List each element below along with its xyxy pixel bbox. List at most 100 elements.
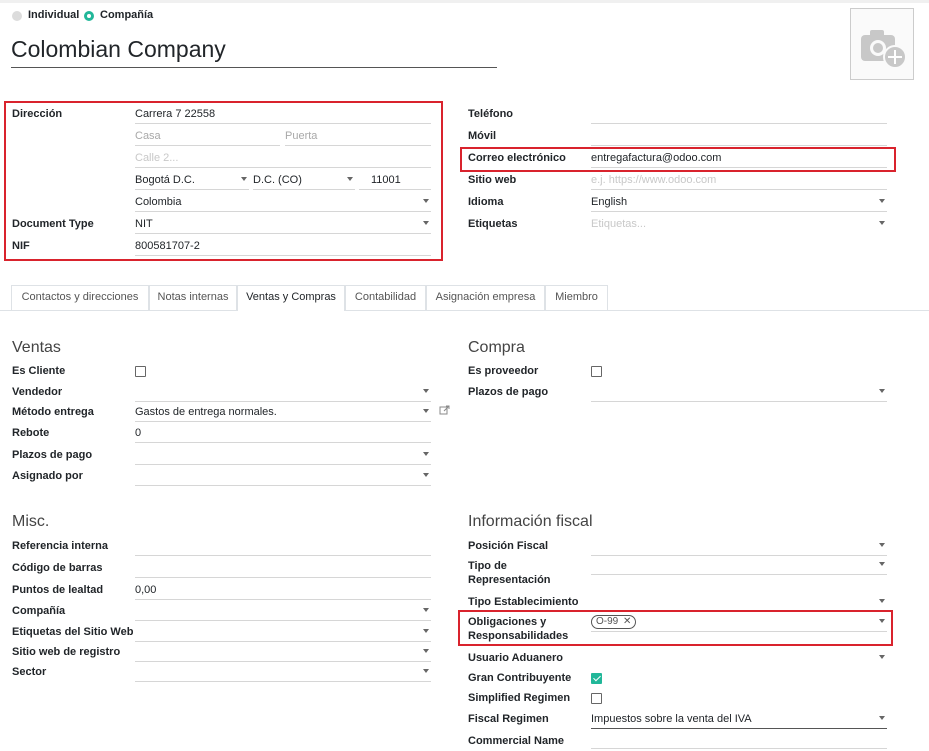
camera-add-icon: [861, 30, 907, 69]
tab-label: Contactos y direcciones: [21, 291, 139, 303]
website-placeholder: e.j. https://www.odoo.com: [591, 174, 717, 186]
photo-upload[interactable]: [850, 8, 914, 80]
tipo-rep-label-1: Tipo de: [468, 560, 507, 572]
tab-label: Notas internas: [157, 291, 229, 303]
ventas-plazos-select[interactable]: [135, 447, 431, 465]
gran-contrib-checkbox[interactable]: [591, 673, 602, 684]
web-reg-label: Sitio web de registro: [12, 646, 121, 658]
metodo-entrega-value: Gastos de entrega normales.: [135, 406, 277, 418]
aduanero-select[interactable]: [591, 650, 887, 668]
tab-label: Asignación empresa: [435, 291, 536, 303]
tab-asignacion[interactable]: Asignación empresa: [426, 285, 545, 310]
tipo-estab-label: Tipo Establecimiento: [468, 596, 579, 608]
chevron-down-icon: [423, 389, 429, 393]
tipo-rep-label-2: Representación: [468, 574, 551, 586]
web-tags-label: Etiquetas del Sitio Web: [12, 626, 134, 638]
loyalty-value: 0,00: [135, 584, 157, 596]
commercial-name-input[interactable]: [591, 731, 887, 749]
website-input[interactable]: e.j. https://www.odoo.com: [591, 172, 887, 190]
gran-contrib-label: Gran Contribuyente: [468, 672, 572, 684]
chevron-down-icon: [423, 452, 429, 456]
chevron-down-icon: [879, 716, 885, 720]
tab-label: Ventas y Compras: [246, 291, 336, 303]
language-label: Idioma: [468, 196, 504, 208]
fiscal-title: Información fiscal: [468, 513, 593, 530]
movil-input[interactable]: [591, 128, 887, 146]
movil-label: Móvil: [468, 130, 497, 142]
barcode-input[interactable]: [135, 560, 431, 578]
misc-title: Misc.: [12, 513, 50, 530]
sector-select[interactable]: [135, 664, 431, 682]
es-cliente-checkbox[interactable]: [135, 366, 146, 377]
es-cliente-label: Es Cliente: [12, 365, 66, 377]
tab-notas[interactable]: Notas internas: [149, 285, 237, 310]
rebote-value: 0: [135, 427, 142, 439]
tab-label: Miembro: [555, 291, 598, 303]
top-bar: [0, 0, 929, 3]
tags-label: Etiquetas: [468, 218, 518, 230]
chevron-down-icon: [879, 543, 885, 547]
tags-placeholder: Etiquetas...: [591, 218, 647, 230]
chevron-down-icon: [879, 389, 885, 393]
aduanero-label: Usuario Aduanero: [468, 652, 563, 664]
tab-contactos[interactable]: Contactos y direcciones: [11, 285, 149, 310]
tabs-baseline: [0, 310, 929, 311]
regimen-select[interactable]: Impuestos sobre la venta del IVA: [591, 711, 887, 729]
metodo-entrega-select[interactable]: Gastos de entrega normales.: [135, 404, 431, 422]
tab-miembro[interactable]: Miembro: [545, 285, 608, 310]
compania-label: Compañía: [12, 605, 66, 617]
address-highlight: [4, 101, 443, 261]
compania-select[interactable]: [135, 603, 431, 621]
chevron-down-icon: [423, 473, 429, 477]
commercial-name-label: Commercial Name: [468, 735, 564, 747]
tags-input[interactable]: Etiquetas...: [591, 216, 887, 234]
loyalty-input[interactable]: 0,00: [135, 582, 431, 600]
metodo-entrega-label: Método entrega: [12, 406, 94, 418]
chevron-down-icon: [423, 409, 429, 413]
chevron-down-icon: [879, 655, 885, 659]
telefono-label: Teléfono: [468, 108, 514, 120]
sector-label: Sector: [12, 666, 47, 678]
chevron-down-icon: [879, 221, 885, 225]
rebote-input[interactable]: 0: [135, 425, 431, 443]
barcode-label: Código de barras: [12, 562, 103, 574]
web-tags-select[interactable]: [135, 624, 431, 642]
loyalty-label: Puntos de lealtad: [12, 584, 104, 596]
radio-company[interactable]: [84, 11, 94, 21]
chevron-down-icon: [879, 599, 885, 603]
asignado-select[interactable]: [135, 468, 431, 486]
compra-plazos-select[interactable]: [591, 384, 887, 402]
radio-company-label: Compañía: [100, 9, 154, 21]
vendedor-select[interactable]: [135, 384, 431, 402]
telefono-input[interactable]: [591, 106, 887, 124]
asignado-label: Asignado por: [12, 470, 83, 482]
email-highlight: [460, 147, 896, 172]
tab-ventas-compras[interactable]: Ventas y Compras: [237, 285, 345, 311]
regimen-label: Fiscal Regimen: [468, 713, 549, 725]
tab-contabilidad[interactable]: Contabilidad: [345, 285, 426, 310]
chevron-down-icon: [423, 629, 429, 633]
chevron-down-icon: [879, 199, 885, 203]
chevron-down-icon: [879, 562, 885, 566]
company-name: Colombian Company: [11, 36, 226, 62]
language-select[interactable]: English: [591, 194, 887, 212]
radio-individual[interactable]: [12, 11, 22, 21]
company-name-field[interactable]: Colombian Company: [11, 36, 497, 68]
compra-title: Compra: [468, 339, 525, 356]
posicion-fiscal-select[interactable]: [591, 538, 887, 556]
website-label: Sitio web: [468, 174, 517, 186]
external-link-icon[interactable]: [439, 405, 450, 416]
posicion-fiscal-label: Posición Fiscal: [468, 540, 549, 552]
oblig-highlight: [458, 610, 893, 646]
rebote-label: Rebote: [12, 427, 50, 439]
ventas-title: Ventas: [12, 339, 61, 356]
chevron-down-icon: [423, 608, 429, 612]
ref-interna-input[interactable]: [135, 538, 431, 556]
radio-individual-label: Individual: [28, 9, 80, 21]
tipo-rep-select[interactable]: [591, 557, 887, 575]
simplified-label: Simplified Regimen: [468, 692, 571, 704]
simplified-checkbox[interactable]: [591, 693, 602, 704]
regimen-value: Impuestos sobre la venta del IVA: [591, 713, 752, 725]
es-proveedor-checkbox[interactable]: [591, 366, 602, 377]
web-reg-select[interactable]: [135, 644, 431, 662]
